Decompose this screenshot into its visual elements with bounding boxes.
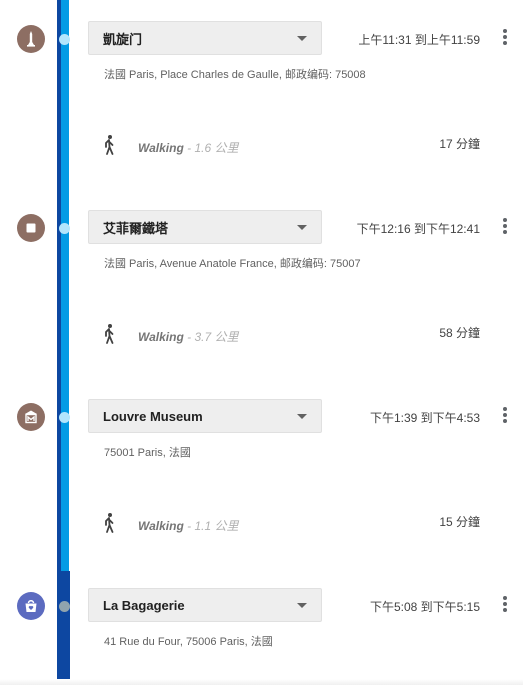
walking-icon (105, 513, 114, 533)
leg-mode: Walking (138, 141, 184, 155)
stop-select[interactable]: 艾菲爾鐵塔 (88, 210, 322, 244)
leg-distance: - 1.1 公里 (187, 519, 239, 533)
more-options-icon[interactable] (498, 27, 512, 47)
stop-name: Louvre Museum (103, 408, 203, 424)
timeline-dot (59, 412, 70, 423)
stop-address: 75001 Paris, 法國 (104, 447, 191, 459)
stop-time: 下午12:16 到下午12:41 (356, 222, 480, 236)
timeline-dot (59, 601, 70, 612)
leg-duration: 58 分鐘 (439, 326, 480, 340)
stop-name: La Bagagerie (103, 597, 185, 613)
more-options-icon[interactable] (498, 594, 512, 614)
stop-address: 41 Rue du Four, 75006 Paris, 法國 (104, 636, 273, 648)
stop-select[interactable]: 凱旋门 (88, 21, 322, 55)
leg-description: Walking - 1.1 公里 (138, 517, 239, 534)
leg-distance: - 3.7 公里 (187, 330, 239, 344)
timeline-dot (59, 34, 70, 45)
more-options-icon[interactable] (498, 216, 512, 236)
stop-name: 凱旋门 (103, 31, 143, 47)
leg-mode: Walking (138, 519, 184, 533)
dropdown-caret-icon (297, 602, 307, 608)
stop-select[interactable]: La Bagagerie (88, 588, 322, 622)
leg-description: Walking - 1.6 公里 (138, 139, 239, 156)
dropdown-caret-icon (297, 35, 307, 41)
timeline-rail-end (57, 571, 70, 685)
walking-icon (105, 324, 114, 344)
stop-name: 艾菲爾鐵塔 (103, 220, 169, 236)
leg-description: Walking - 3.7 公里 (138, 328, 239, 345)
leg-duration: 17 分鐘 (439, 137, 480, 151)
landmark-square-icon (17, 214, 45, 242)
bottom-divider (0, 679, 523, 685)
stop-time: 上午11:31 到上午11:59 (358, 33, 480, 47)
leg-distance: - 1.6 公里 (187, 141, 239, 155)
leg-duration: 15 分鐘 (439, 515, 480, 529)
stop-address: 法國 Paris, Place Charles de Gaulle, 邮政编码:… (104, 69, 366, 81)
timeline-dot (59, 223, 70, 234)
timeline-rail-light (61, 0, 69, 571)
stop-time: 下午5:08 到下午5:15 (369, 600, 480, 614)
more-options-icon[interactable] (498, 405, 512, 425)
monument-icon (17, 25, 45, 53)
museum-icon (17, 403, 45, 431)
dropdown-caret-icon (297, 413, 307, 419)
dropdown-caret-icon (297, 224, 307, 230)
stop-time: 下午1:39 到下午4:53 (369, 411, 480, 425)
leg-mode: Walking (138, 330, 184, 344)
stop-select[interactable]: Louvre Museum (88, 399, 322, 433)
shopping-bag-icon (17, 592, 45, 620)
stop-address: 法國 Paris, Avenue Anatole France, 邮政编码: 7… (104, 258, 361, 270)
walking-icon (105, 135, 114, 155)
